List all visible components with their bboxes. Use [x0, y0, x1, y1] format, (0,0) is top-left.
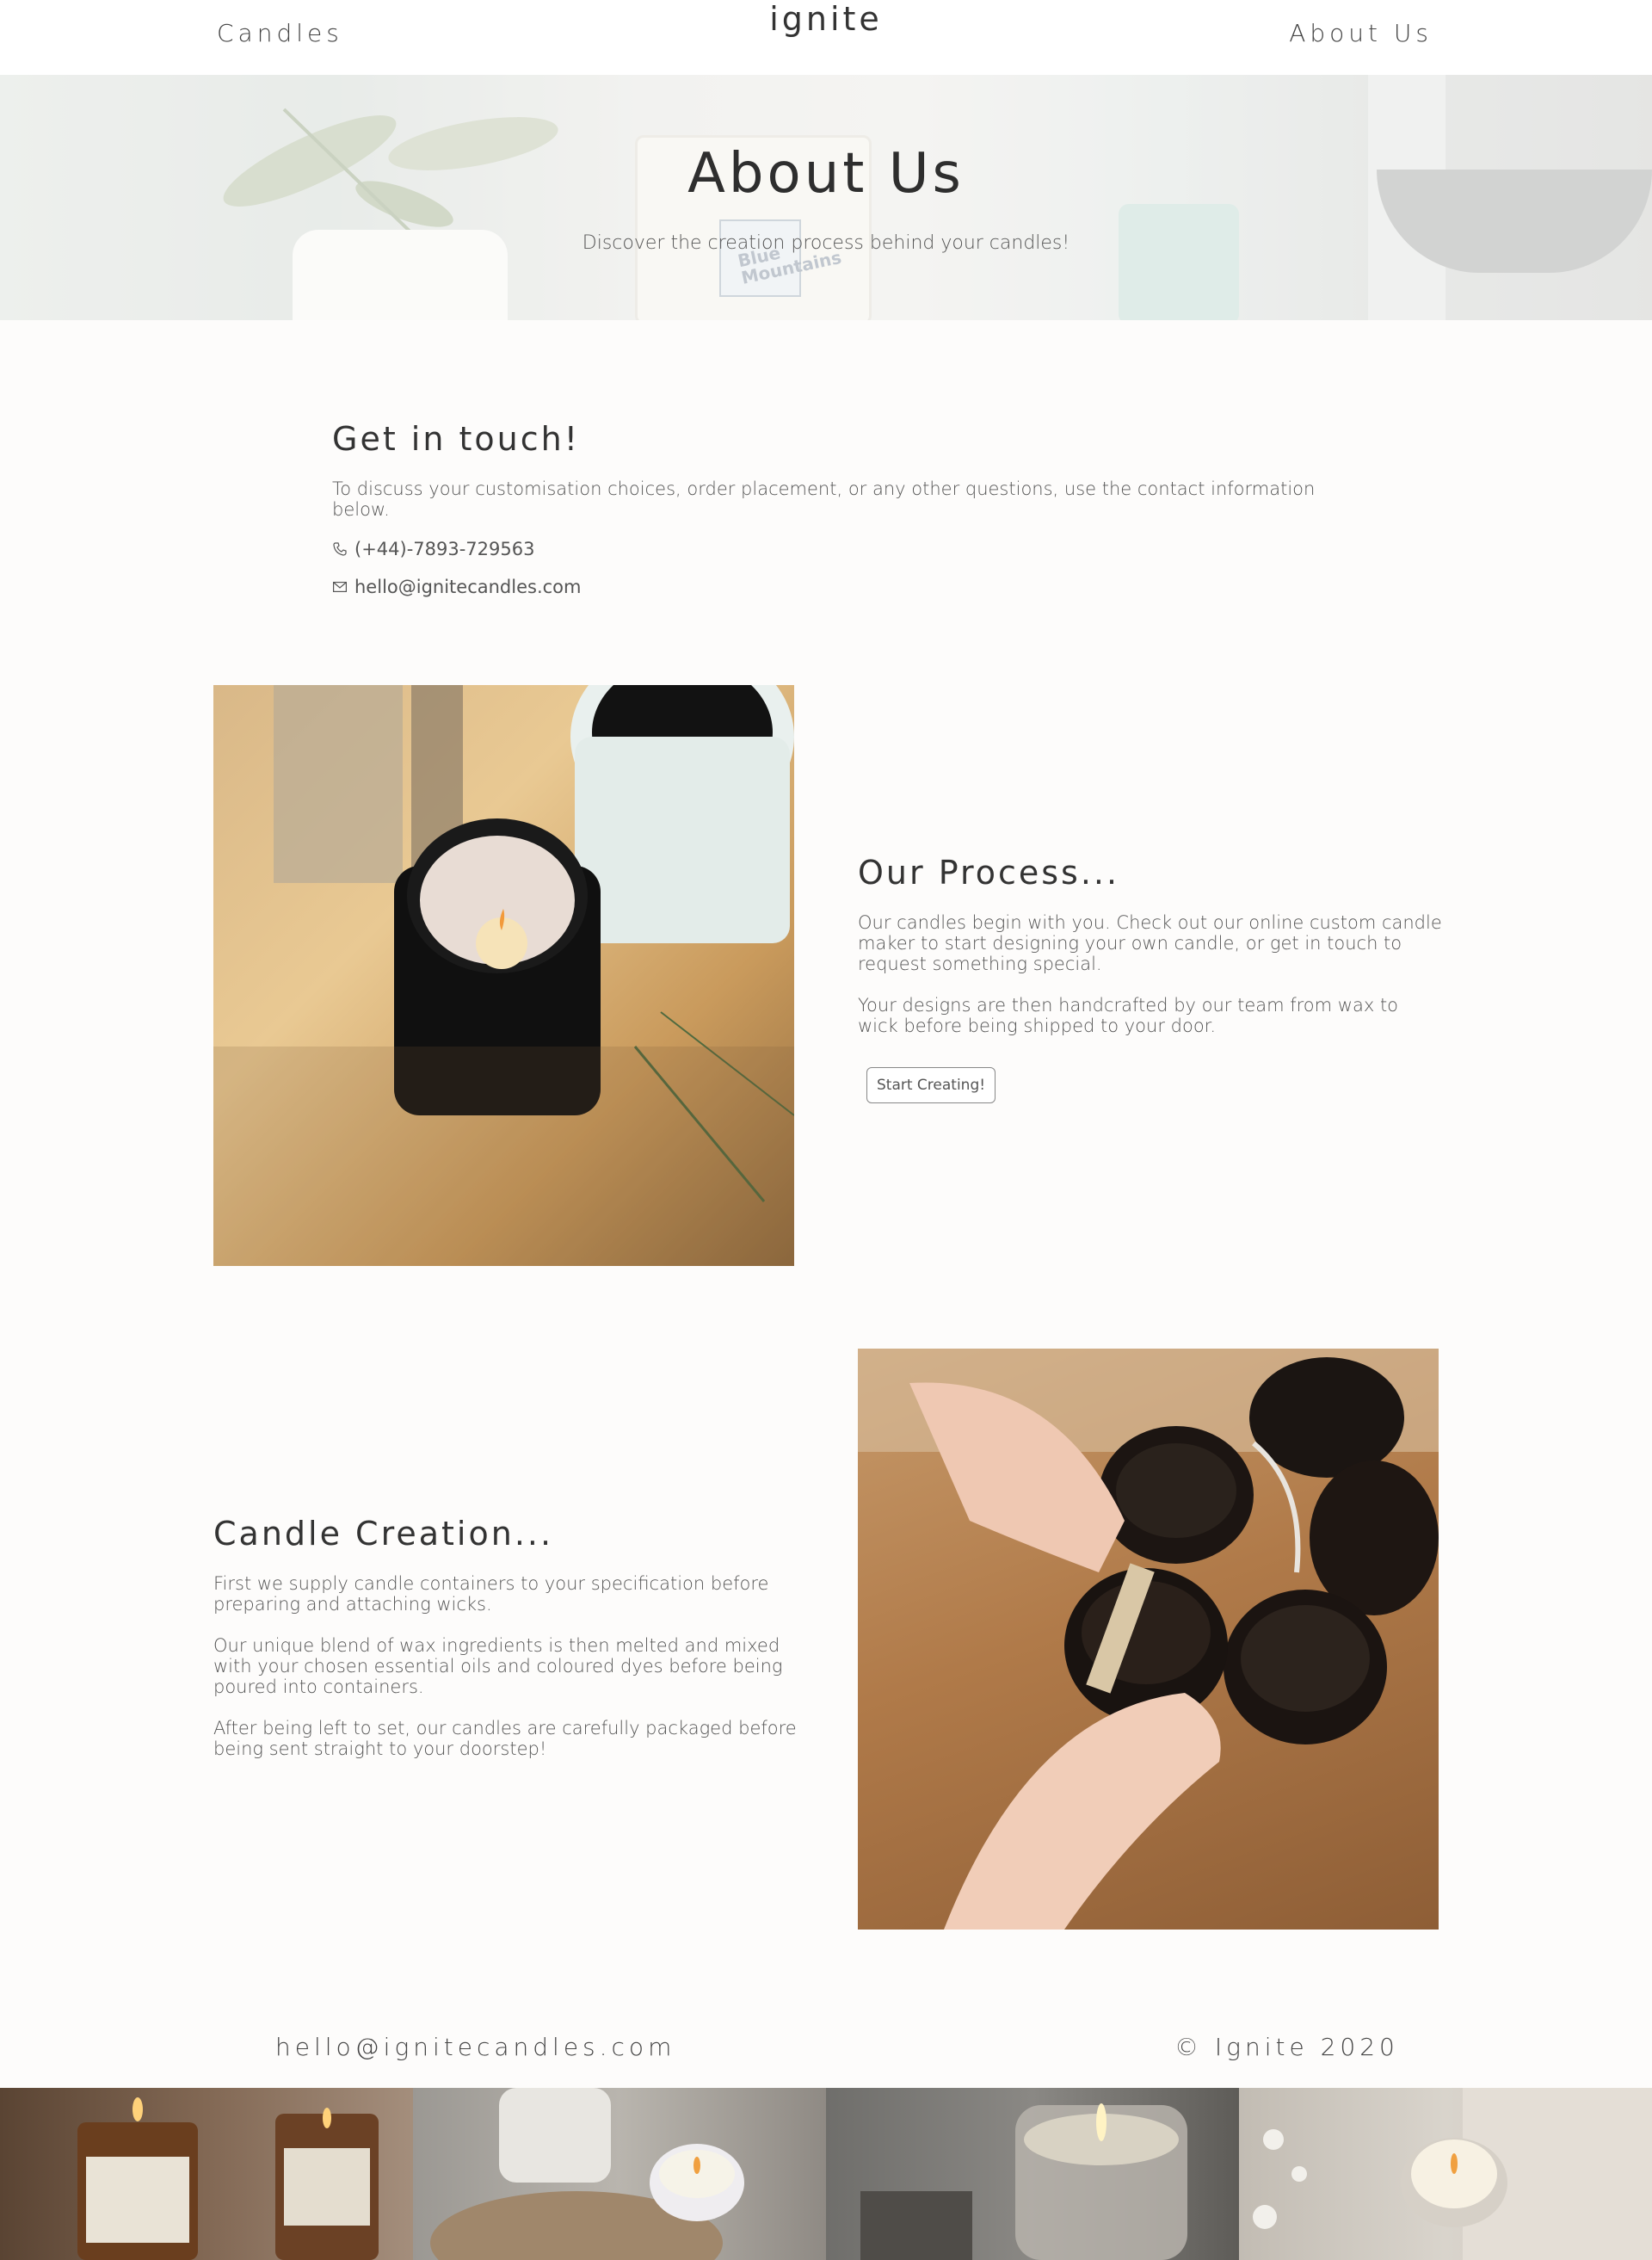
creation-paragraph-3: After being left to set, our candles are… — [213, 1718, 797, 1759]
creation-paragraph-2: Our unique blend of wax ingredients is t… — [213, 1635, 783, 1697]
white-candle-illustration — [430, 2088, 744, 2260]
candle-jar-illustration — [213, 685, 794, 1266]
hands-wicks-illustration — [858, 1349, 1439, 1930]
process-heading: Our Process... — [858, 854, 1120, 892]
page-title: About Us — [687, 142, 965, 206]
creation-heading: Candle Creation... — [213, 1515, 554, 1553]
hero-subtitle: Discover the creation process behind you… — [582, 232, 1070, 254]
footer-photo-3 — [826, 2088, 1239, 2260]
process-photo — [213, 685, 794, 1266]
creation-paragraph-1: First we supply candle containers to you… — [213, 1573, 769, 1615]
process-paragraph-2: Your designs are then handcrafted by our… — [858, 995, 1399, 1036]
tin-candle-illustration — [1253, 2088, 1652, 2260]
contact-phone[interactable]: (+44)-7893-729563 — [354, 539, 534, 559]
footer-photo-4 — [1239, 2088, 1652, 2260]
footer-photo-1 — [0, 2088, 413, 2260]
start-creating-button[interactable]: Start Creating! — [866, 1067, 996, 1103]
contact-lead: To discuss your customisation choices, o… — [332, 479, 1316, 520]
nav-link-about-us[interactable]: About Us — [1289, 19, 1433, 47]
footer-email[interactable]: hello@ignitecandles.com — [275, 2033, 675, 2061]
process-paragraph-1: Our candles begin with you. Check out ou… — [858, 912, 1442, 974]
contact-phone-row: (+44)-7893-729563 — [332, 539, 1365, 559]
glass-candle-illustration — [860, 2103, 1187, 2260]
contact-email-row: hello@ignitecandles.com — [332, 577, 1365, 597]
envelope-icon — [332, 579, 348, 595]
hero-banner: Blue Mountains About Us Discover the cre… — [0, 75, 1652, 320]
contact-section: Get in touch! To discuss your customisat… — [332, 420, 1365, 597]
brand-logo[interactable]: ignite — [769, 0, 883, 38]
creation-section: Candle Creation... First we supply candl… — [213, 1515, 798, 1759]
amber-candles-illustration — [77, 2097, 379, 2260]
footer-copyright: © Ignite 2020 — [1174, 2033, 1399, 2061]
top-nav: Candles ignite About Us — [0, 0, 1652, 75]
contact-email[interactable]: hello@ignitecandles.com — [354, 577, 581, 597]
nav-link-candles[interactable]: Candles — [217, 19, 343, 47]
footer-photo-2 — [413, 2088, 826, 2260]
creation-photo — [858, 1349, 1439, 1930]
process-section: Our Process... Our candles begin with yo… — [858, 854, 1443, 1103]
contact-heading: Get in touch! — [332, 420, 580, 458]
phone-icon — [332, 541, 348, 557]
